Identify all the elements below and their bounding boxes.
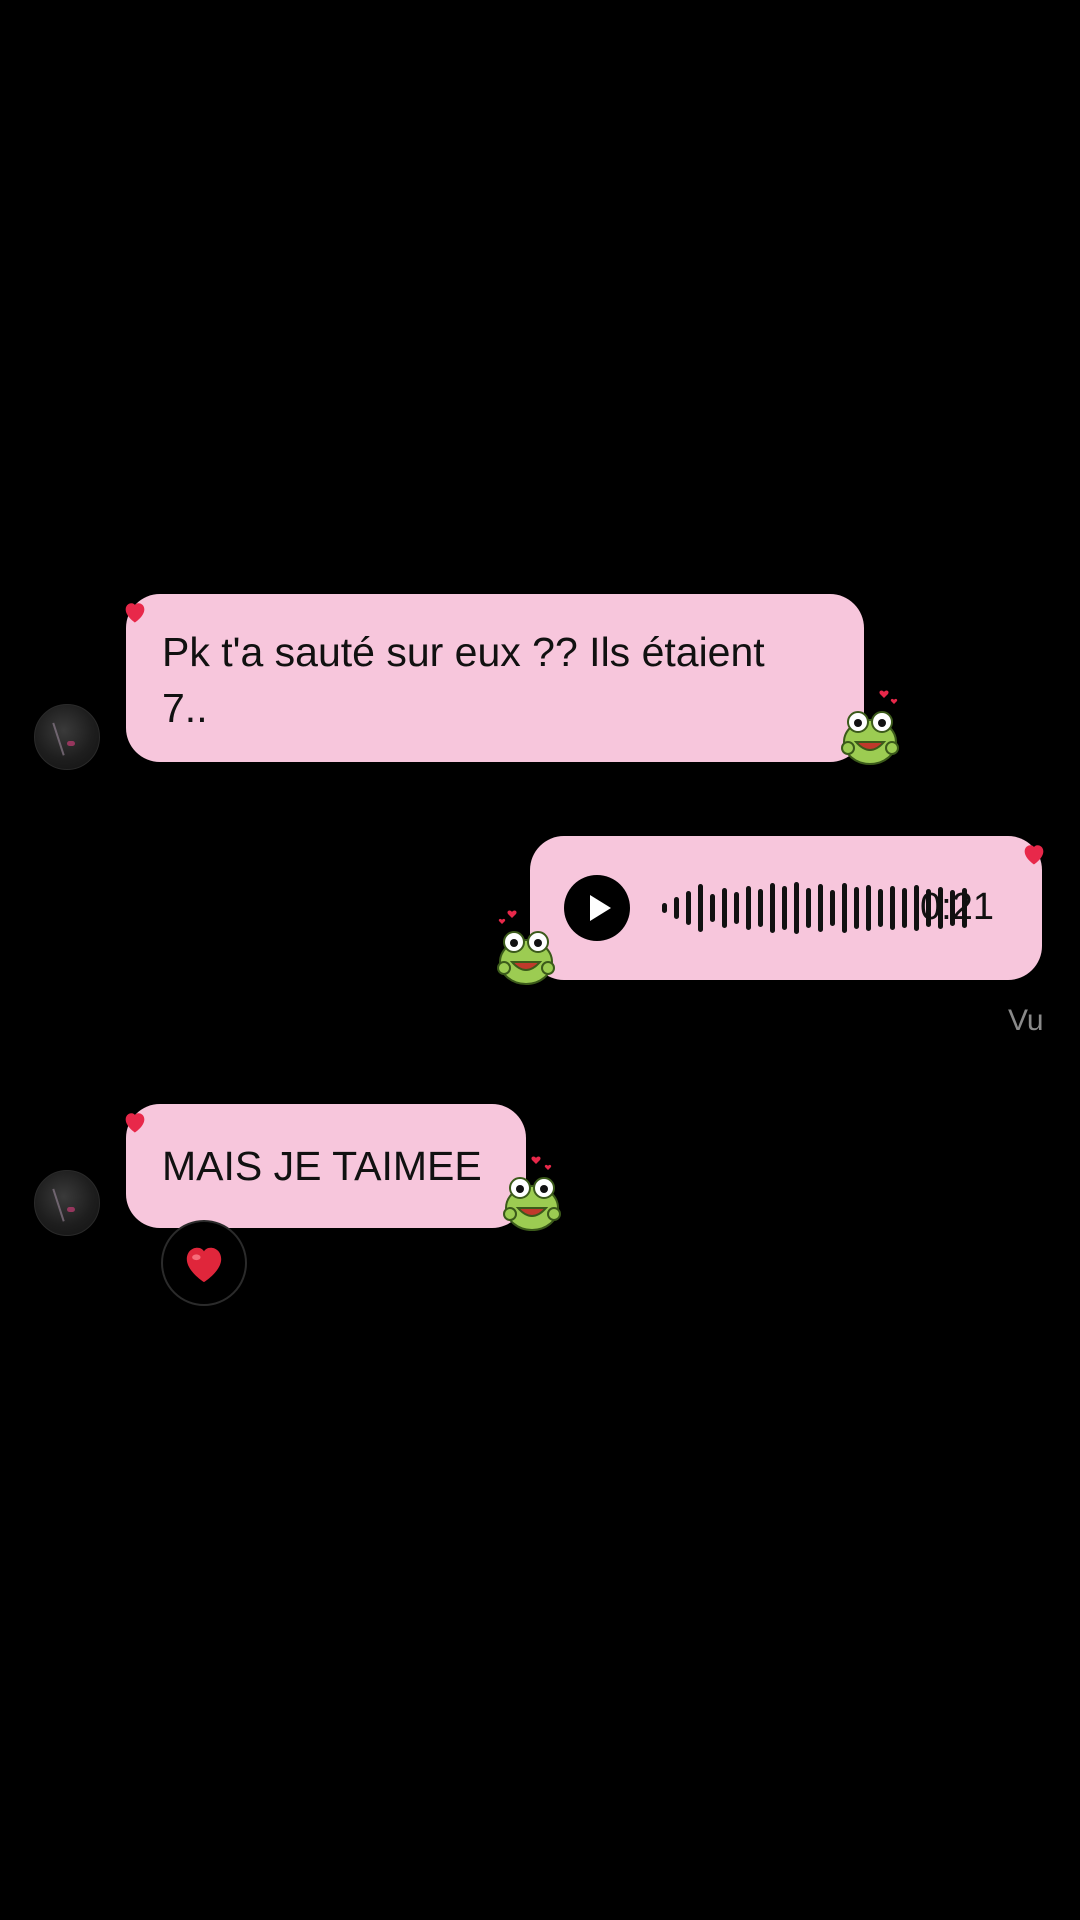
message-text: Pk t'a sauté sur eux ?? Ils étaient 7.. <box>162 624 828 736</box>
voice-message-bubble[interactable]: 0:21 <box>530 836 1042 980</box>
play-button[interactable] <box>564 875 630 941</box>
voice-duration: 0:21 <box>920 886 994 928</box>
message-text: MAIS JE TAIMEE <box>162 1143 482 1189</box>
avatar-figure <box>52 1182 84 1222</box>
frog-sticker-icon <box>841 690 899 765</box>
seen-status: Vu <box>1008 1004 1044 1037</box>
message-bubble-received-1[interactable]: Pk t'a sauté sur eux ?? Ils étaient 7.. <box>126 594 864 762</box>
heart-icon <box>1024 845 1044 865</box>
heart-icon <box>125 1113 145 1133</box>
heart-icon <box>125 603 145 623</box>
message-line-2: 7.. <box>162 685 208 731</box>
message-line-1: Pk t'a sauté sur eux ?? Ils étaient <box>162 629 765 675</box>
frog-sticker-icon <box>503 1156 561 1231</box>
heart-emoji-icon <box>186 1247 222 1283</box>
reaction-badge[interactable] <box>161 1220 247 1306</box>
avatar-sender[interactable] <box>34 1170 100 1236</box>
play-icon <box>590 895 611 921</box>
avatar-detail <box>67 741 75 746</box>
avatar-sender[interactable] <box>34 704 100 770</box>
message-bubble-received-2[interactable]: MAIS JE TAIMEE <box>126 1104 526 1228</box>
avatar-figure <box>52 716 84 756</box>
frog-sticker-icon <box>497 910 555 985</box>
avatar-detail <box>67 1207 75 1212</box>
